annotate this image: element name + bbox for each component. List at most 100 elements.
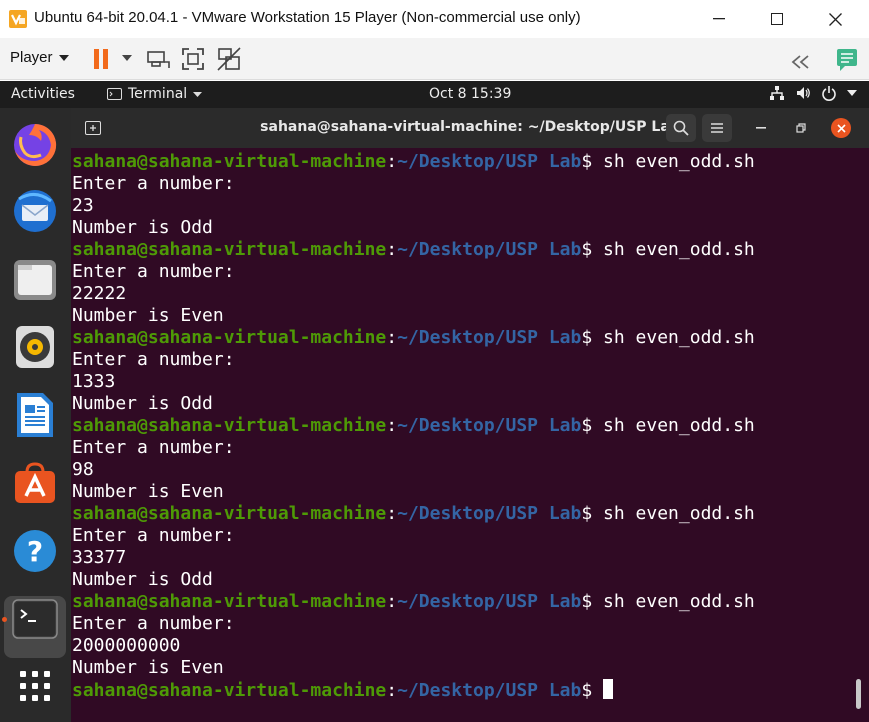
prompt-symbol: $ bbox=[581, 327, 593, 348]
vmware-logo-icon bbox=[9, 10, 27, 28]
prompt-separator: : bbox=[386, 239, 398, 260]
vmware-titlebar: Ubuntu 64-bit 20.04.1 - VMware Workstati… bbox=[0, 0, 869, 38]
pause-icon[interactable] bbox=[90, 46, 116, 72]
network-icon bbox=[770, 86, 784, 100]
output-result: Number is Odd bbox=[72, 393, 213, 414]
terminal-small-icon bbox=[107, 88, 122, 100]
prompt-user-host: sahana@sahana-virtual-machine bbox=[72, 503, 387, 524]
prompt-separator: : bbox=[386, 680, 398, 701]
pause-dropdown-icon[interactable] bbox=[122, 55, 132, 61]
search-button[interactable] bbox=[666, 114, 696, 142]
prompt-separator: : bbox=[386, 327, 398, 348]
gnome-top-bar: Activities Terminal Oct 8 15:39 bbox=[0, 81, 869, 108]
message-log-icon[interactable] bbox=[834, 46, 860, 72]
dock-libreoffice-writer[interactable] bbox=[10, 390, 60, 440]
fullscreen-icon[interactable] bbox=[180, 46, 206, 72]
command-text: sh even_odd.sh bbox=[592, 327, 755, 348]
chevron-down-icon bbox=[193, 91, 203, 97]
prompt-symbol: $ bbox=[581, 680, 593, 701]
clock[interactable]: Oct 8 15:39 bbox=[429, 86, 511, 102]
command-text: sh even_odd.sh bbox=[592, 239, 755, 260]
dock-files[interactable] bbox=[10, 255, 60, 305]
dock: ? bbox=[0, 108, 71, 722]
dock-rhythmbox[interactable] bbox=[10, 322, 60, 372]
dock-ubuntu-software[interactable] bbox=[10, 458, 60, 508]
minimize-button[interactable] bbox=[690, 0, 748, 38]
terminal-output[interactable]: sahana@sahana-virtual-machine:~/Desktop/… bbox=[71, 148, 869, 722]
terminal-minimize-button[interactable] bbox=[751, 118, 771, 138]
dock-help[interactable]: ? bbox=[10, 526, 60, 576]
terminal-maximize-button[interactable] bbox=[791, 118, 811, 138]
terminal-lines: sahana@sahana-virtual-machine:~/Desktop/… bbox=[72, 151, 755, 701]
unity-mode-icon[interactable] bbox=[216, 46, 242, 72]
output-prompt: Enter a number: bbox=[72, 173, 235, 194]
user-input: 2000000000 bbox=[72, 635, 181, 656]
dock-terminal[interactable] bbox=[10, 594, 60, 644]
prompt-path: ~/Desktop/USP Lab bbox=[397, 415, 582, 436]
prompt-path: ~/Desktop/USP Lab bbox=[397, 239, 582, 260]
terminal-icon bbox=[12, 599, 58, 639]
prompt-symbol: $ bbox=[581, 503, 593, 524]
activities-button[interactable]: Activities bbox=[11, 86, 75, 102]
prompt-line: sahana@sahana-virtual-machine:~/Desktop/… bbox=[72, 591, 755, 613]
prompt-symbol: $ bbox=[581, 151, 593, 172]
prompt-symbol: $ bbox=[581, 415, 593, 436]
output-prompt: Enter a number: bbox=[72, 613, 235, 634]
user-input: 1333 bbox=[72, 371, 116, 392]
output-result: Number is Even bbox=[72, 657, 224, 678]
hamburger-menu-button[interactable] bbox=[702, 114, 732, 142]
maximize-icon bbox=[771, 13, 783, 25]
svg-text:?: ? bbox=[27, 535, 43, 568]
user-input: 23 bbox=[72, 195, 94, 216]
scrollbar[interactable] bbox=[856, 679, 861, 709]
dock-thunderbird[interactable] bbox=[10, 186, 60, 236]
output-result: Number is Even bbox=[72, 481, 224, 502]
terminal-close-button[interactable] bbox=[831, 118, 851, 138]
output-prompt: Enter a number: bbox=[72, 437, 235, 458]
vmware-toolbar: Player bbox=[0, 38, 869, 80]
prompt-path: ~/Desktop/USP Lab bbox=[397, 327, 582, 348]
user-input: 22222 bbox=[72, 283, 127, 304]
prompt-user-host: sahana@sahana-virtual-machine bbox=[72, 415, 387, 436]
output-prompt: Enter a number: bbox=[72, 525, 235, 546]
power-icon bbox=[822, 86, 836, 101]
prompt-user-host: sahana@sahana-virtual-machine bbox=[72, 239, 387, 260]
chevron-down-icon bbox=[847, 90, 857, 96]
prompt-line: sahana@sahana-virtual-machine:~/Desktop/… bbox=[72, 239, 755, 261]
terminal-title: sahana@sahana-virtual-machine: ~/Desktop… bbox=[260, 119, 680, 135]
user-input: 98 bbox=[72, 459, 94, 480]
maximize-button[interactable] bbox=[748, 0, 806, 38]
user-input: 33377 bbox=[72, 547, 127, 568]
show-applications-icon bbox=[20, 671, 50, 701]
prompt-line: sahana@sahana-virtual-machine:~/Desktop/… bbox=[72, 415, 755, 437]
prompt-line: sahana@sahana-virtual-machine:~/Desktop/… bbox=[72, 679, 755, 701]
minimize-icon bbox=[756, 127, 766, 129]
command-text: sh even_odd.sh bbox=[592, 503, 755, 524]
send-ctrl-alt-del-icon[interactable] bbox=[145, 46, 171, 72]
output-prompt: Enter a number: bbox=[72, 349, 235, 370]
player-menu[interactable]: Player bbox=[10, 49, 69, 66]
prompt-separator: : bbox=[386, 151, 398, 172]
system-tray[interactable] bbox=[769, 85, 857, 101]
close-icon bbox=[836, 123, 846, 133]
prompt-path: ~/Desktop/USP Lab bbox=[397, 151, 582, 172]
ubuntu-software-icon bbox=[15, 462, 55, 503]
prompt-line: sahana@sahana-virtual-machine:~/Desktop/… bbox=[72, 327, 755, 349]
command-text: sh even_odd.sh bbox=[592, 151, 755, 172]
prompt-path: ~/Desktop/USP Lab bbox=[397, 680, 582, 701]
prompt-separator: : bbox=[386, 415, 398, 436]
help-icon: ? bbox=[14, 530, 56, 572]
output-result: Number is Odd bbox=[72, 217, 213, 238]
collapse-toolbar-icon[interactable] bbox=[788, 49, 814, 75]
dock-firefox[interactable] bbox=[10, 120, 60, 170]
dock-show-applications[interactable] bbox=[10, 661, 60, 711]
close-button[interactable] bbox=[806, 0, 864, 38]
app-menu[interactable]: Terminal bbox=[107, 86, 203, 102]
prompt-path: ~/Desktop/USP Lab bbox=[397, 591, 582, 612]
command-text: sh even_odd.sh bbox=[592, 591, 755, 612]
output-prompt: Enter a number: bbox=[72, 261, 235, 282]
prompt-separator: : bbox=[386, 591, 398, 612]
volume-icon bbox=[797, 87, 810, 99]
player-menu-label: Player bbox=[10, 49, 53, 66]
